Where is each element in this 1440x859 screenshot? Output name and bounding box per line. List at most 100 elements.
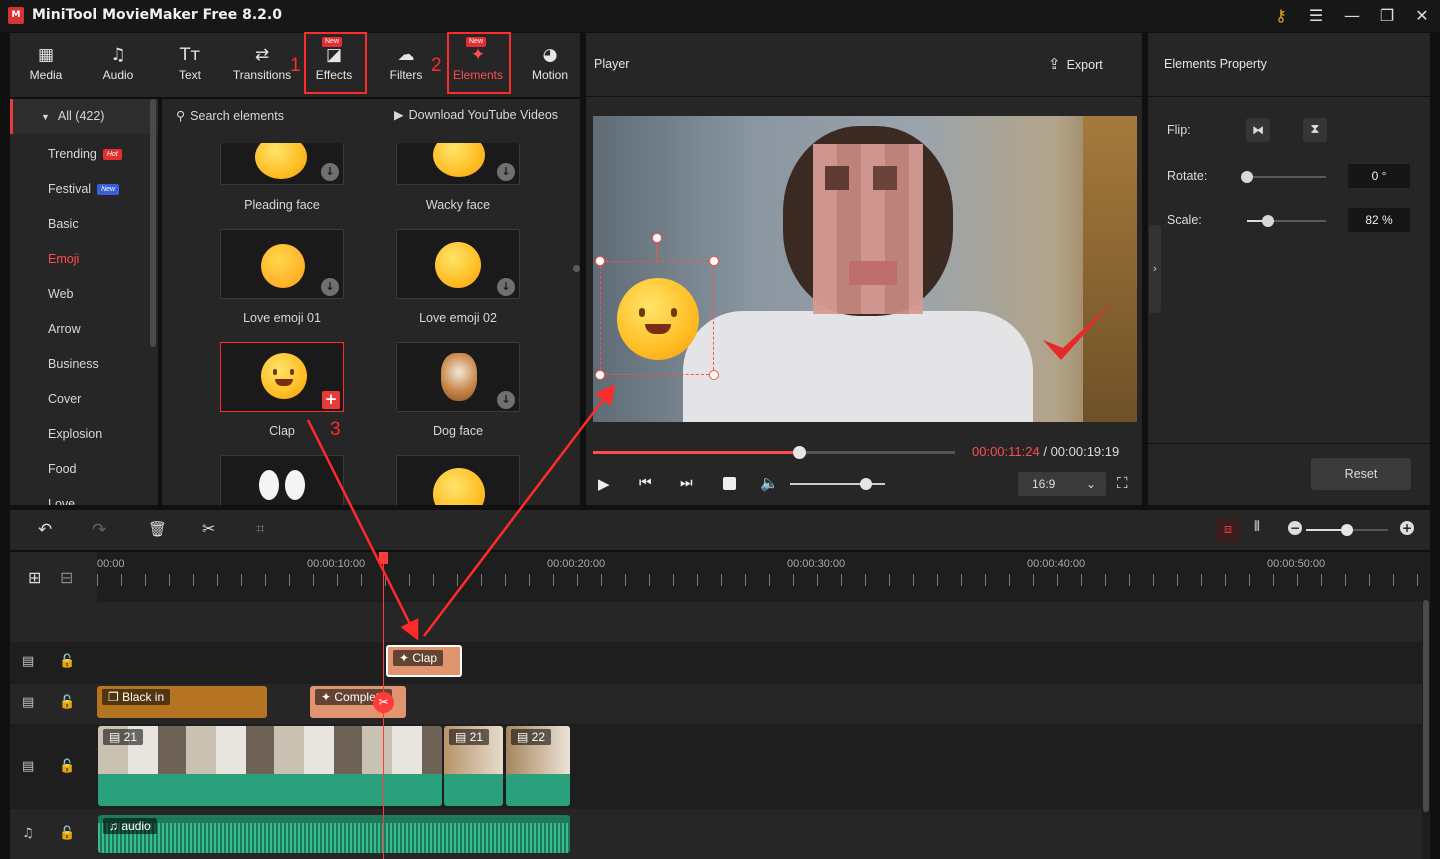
- next-frame-button[interactable]: ⏭: [680, 475, 693, 491]
- undo-icon[interactable]: ↶: [38, 520, 52, 540]
- download-icon[interactable]: ↓: [321, 278, 339, 296]
- tab-transitions[interactable]: ⇄ Transitions: [226, 33, 298, 97]
- lock-icon[interactable]: 🔓: [59, 826, 75, 841]
- category-arrow[interactable]: Arrow: [10, 312, 158, 347]
- lock-icon[interactable]: 🔓: [59, 654, 75, 669]
- timeline-scrollbar[interactable]: [1423, 600, 1429, 812]
- download-icon[interactable]: ↓: [497, 278, 515, 296]
- fit-timeline-icon[interactable]: ⫴: [1254, 519, 1260, 535]
- category-love[interactable]: Love: [10, 487, 158, 505]
- time-ruler[interactable]: 00:00 00:00:10:00 00:00:20:00 00:00:30:0…: [97, 552, 1430, 602]
- magnet-icon[interactable]: ⧈: [1216, 518, 1240, 542]
- video-clip[interactable]: ▤ 22: [506, 726, 570, 806]
- minimize-icon[interactable]: —: [1341, 5, 1363, 27]
- element-label: Dog face: [432, 424, 484, 438]
- add-to-timeline-button[interactable]: +: [322, 391, 340, 409]
- tab-media[interactable]: ▦ Media: [10, 33, 82, 97]
- scale-value-input[interactable]: 82 %: [1348, 208, 1410, 232]
- element-thumb-eyes[interactable]: [220, 455, 344, 505]
- category-scrollbar[interactable]: [150, 99, 156, 347]
- delete-icon[interactable]: 🗑: [148, 520, 167, 538]
- collapse-panel-handle[interactable]: ›: [1149, 225, 1161, 313]
- zoom-in-icon[interactable]: +: [1400, 521, 1414, 535]
- download-icon[interactable]: ↓: [497, 391, 515, 409]
- new-badge: New: [322, 37, 343, 47]
- fullscreen-icon[interactable]: ⛶: [1117, 474, 1128, 492]
- clap-clip[interactable]: ✦ Clap: [386, 645, 462, 677]
- rotate-slider-knob[interactable]: [1241, 171, 1253, 183]
- maximize-icon[interactable]: ❐: [1376, 5, 1398, 27]
- rotate-handle[interactable]: [652, 233, 662, 243]
- add-track-icon[interactable]: ⊞: [28, 568, 41, 587]
- play-button[interactable]: ▶: [598, 475, 610, 493]
- video-clip[interactable]: ▤ 21: [444, 726, 503, 806]
- tab-elements[interactable]: New ✦ Elements: [442, 33, 514, 97]
- export-button[interactable]: ⇪ Export: [1048, 55, 1103, 73]
- close-icon[interactable]: ✕: [1411, 5, 1433, 27]
- remove-track-icon[interactable]: ⊟: [60, 568, 73, 587]
- flip-vertical-icon[interactable]: ⧗: [1303, 118, 1327, 142]
- playback-progress-knob[interactable]: [793, 446, 806, 459]
- element-thumb-emoji[interactable]: [396, 455, 520, 505]
- flip-horizontal-icon[interactable]: ⧓: [1246, 118, 1270, 142]
- player-panel: Player ⇪ Export 00:00:11:24 / 00:00:19:19…: [586, 33, 1142, 505]
- zoom-slider-knob[interactable]: [1341, 524, 1353, 536]
- element-thumb-wacky-face[interactable]: ↓: [396, 143, 520, 185]
- category-emoji[interactable]: Emoji: [10, 242, 158, 277]
- category-basic[interactable]: Basic: [10, 207, 158, 242]
- download-icon[interactable]: ↓: [497, 163, 515, 181]
- category-business[interactable]: Business: [10, 347, 158, 382]
- resize-handle[interactable]: [709, 370, 719, 380]
- video-preview[interactable]: [593, 116, 1137, 422]
- category-festival[interactable]: Festival New: [10, 172, 158, 207]
- zoom-out-icon[interactable]: −: [1288, 521, 1302, 535]
- lock-icon[interactable]: 🔓: [59, 759, 75, 774]
- element-thumb-dog-face[interactable]: ↓: [396, 342, 520, 412]
- volume-icon[interactable]: 🔈: [760, 474, 779, 492]
- panel-splitter-handle[interactable]: [573, 265, 580, 272]
- redo-icon[interactable]: ↷: [92, 520, 106, 540]
- audio-clip[interactable]: ♫ audio: [98, 815, 570, 853]
- clap-emoji: [261, 353, 307, 399]
- crop-icon[interactable]: ⌗: [256, 519, 265, 539]
- resize-handle[interactable]: [709, 256, 719, 266]
- aspect-ratio-select[interactable]: 16:9 ⌄: [1018, 472, 1106, 496]
- resize-handle[interactable]: [595, 370, 605, 380]
- menu-icon[interactable]: ☰: [1305, 5, 1327, 27]
- volume-knob[interactable]: [860, 478, 872, 490]
- rotate-slider[interactable]: [1247, 176, 1326, 178]
- resize-handle[interactable]: [595, 256, 605, 266]
- split-icon[interactable]: ✂: [202, 519, 215, 538]
- lock-icon[interactable]: 🔓: [59, 695, 75, 710]
- tab-motion[interactable]: ◕ Motion: [514, 33, 586, 97]
- elements-property-panel: Elements Property Flip: ⧓ ⧗ Rotate: 0 ° …: [1148, 33, 1430, 505]
- category-explosion[interactable]: Explosion: [10, 417, 158, 452]
- category-all[interactable]: ▼ All (422): [10, 99, 158, 134]
- stop-button[interactable]: [723, 477, 736, 490]
- element-thumb-love-emoji-01[interactable]: ↓: [220, 229, 344, 299]
- category-trending[interactable]: Trending Hot: [10, 137, 158, 172]
- element-thumb-love-emoji-02[interactable]: ↓: [396, 229, 520, 299]
- media-icon: ▦: [37, 45, 55, 65]
- key-icon[interactable]: ⚷: [1270, 5, 1292, 27]
- search-input[interactable]: ⚲ Search elements: [176, 108, 284, 123]
- element-thumb-pleading-face[interactable]: ↓: [220, 143, 344, 185]
- playhead-handle[interactable]: [379, 552, 388, 564]
- category-food[interactable]: Food: [10, 452, 158, 487]
- video-clip[interactable]: ▤ 21: [98, 726, 442, 806]
- tab-text[interactable]: Tт Text: [154, 33, 226, 97]
- element-thumb-clap[interactable]: +: [220, 342, 344, 412]
- tab-audio[interactable]: ♫ Audio: [82, 33, 154, 97]
- rotate-value-input[interactable]: 0 °: [1348, 164, 1410, 188]
- download-icon[interactable]: ↓: [321, 163, 339, 181]
- previous-frame-button[interactable]: ⏮: [639, 475, 652, 491]
- category-cover[interactable]: Cover: [10, 382, 158, 417]
- split-marker-icon[interactable]: ✂: [373, 692, 394, 713]
- scale-slider-knob[interactable]: [1262, 215, 1274, 227]
- download-youtube-link[interactable]: ▶ Download YouTube Videos: [394, 107, 558, 122]
- category-web[interactable]: Web: [10, 277, 158, 312]
- black-in-clip[interactable]: ❐ Black in: [97, 686, 267, 718]
- clip-label: ▤ 22: [511, 729, 552, 745]
- reset-button[interactable]: Reset: [1311, 458, 1411, 490]
- tab-effects[interactable]: New ◪ Effects: [298, 33, 370, 97]
